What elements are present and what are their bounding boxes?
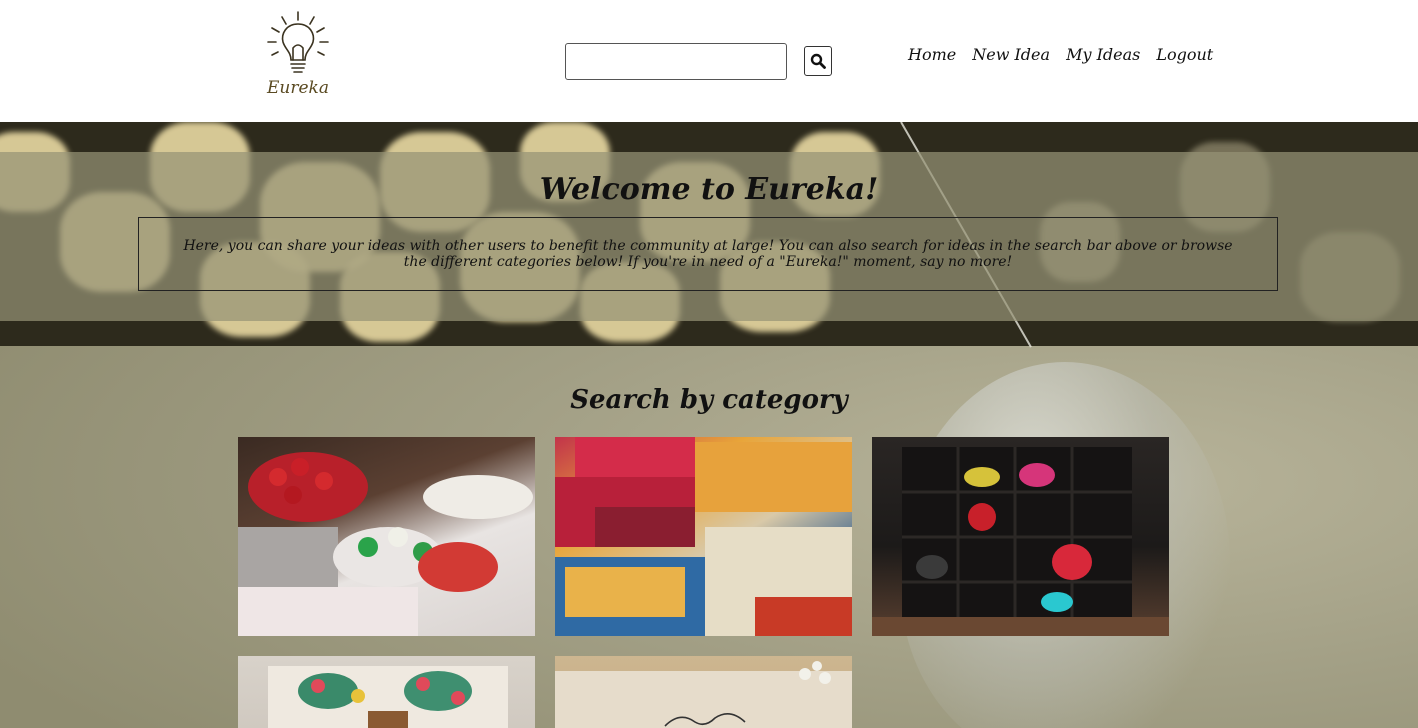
- category-tile-food[interactable]: [238, 437, 535, 636]
- nav-home[interactable]: Home: [900, 44, 964, 66]
- category-section-title: Search by category: [570, 385, 848, 415]
- writing-photo: [555, 661, 852, 728]
- crafts-photo: [268, 666, 508, 728]
- category-tile-writing[interactable]: [555, 656, 852, 728]
- search-icon: [810, 53, 826, 69]
- intro-text: Here, you can share your ideas with othe…: [183, 238, 1233, 270]
- cubbies-photo: [872, 447, 1169, 636]
- nav-new-idea[interactable]: New Idea: [964, 44, 1058, 66]
- food-photo: [238, 452, 533, 636]
- category-tile-crafts[interactable]: [238, 656, 535, 728]
- search-button[interactable]: [804, 46, 832, 76]
- background: Welcome to Eureka! Here, you can share y…: [0, 122, 1418, 728]
- eureka-logo[interactable]: Eureka: [262, 8, 334, 104]
- logo-text: Eureka: [267, 78, 329, 98]
- lightbulb-icon: [267, 11, 329, 73]
- nav-my-ideas[interactable]: My Ideas: [1058, 44, 1148, 66]
- main-nav: Home New Idea My Ideas Logout: [900, 44, 1221, 66]
- welcome-title: Welcome to Eureka!: [539, 172, 879, 207]
- category-tile-games[interactable]: [555, 437, 852, 636]
- intro-box: Here, you can share your ideas with othe…: [138, 217, 1278, 291]
- nav-logout[interactable]: Logout: [1148, 44, 1221, 66]
- category-tile-cubbies[interactable]: [872, 437, 1169, 636]
- header: Eureka Home New Idea My Ideas Logout: [0, 0, 1418, 122]
- board-games-photo: [555, 437, 852, 636]
- search-input[interactable]: [565, 43, 787, 80]
